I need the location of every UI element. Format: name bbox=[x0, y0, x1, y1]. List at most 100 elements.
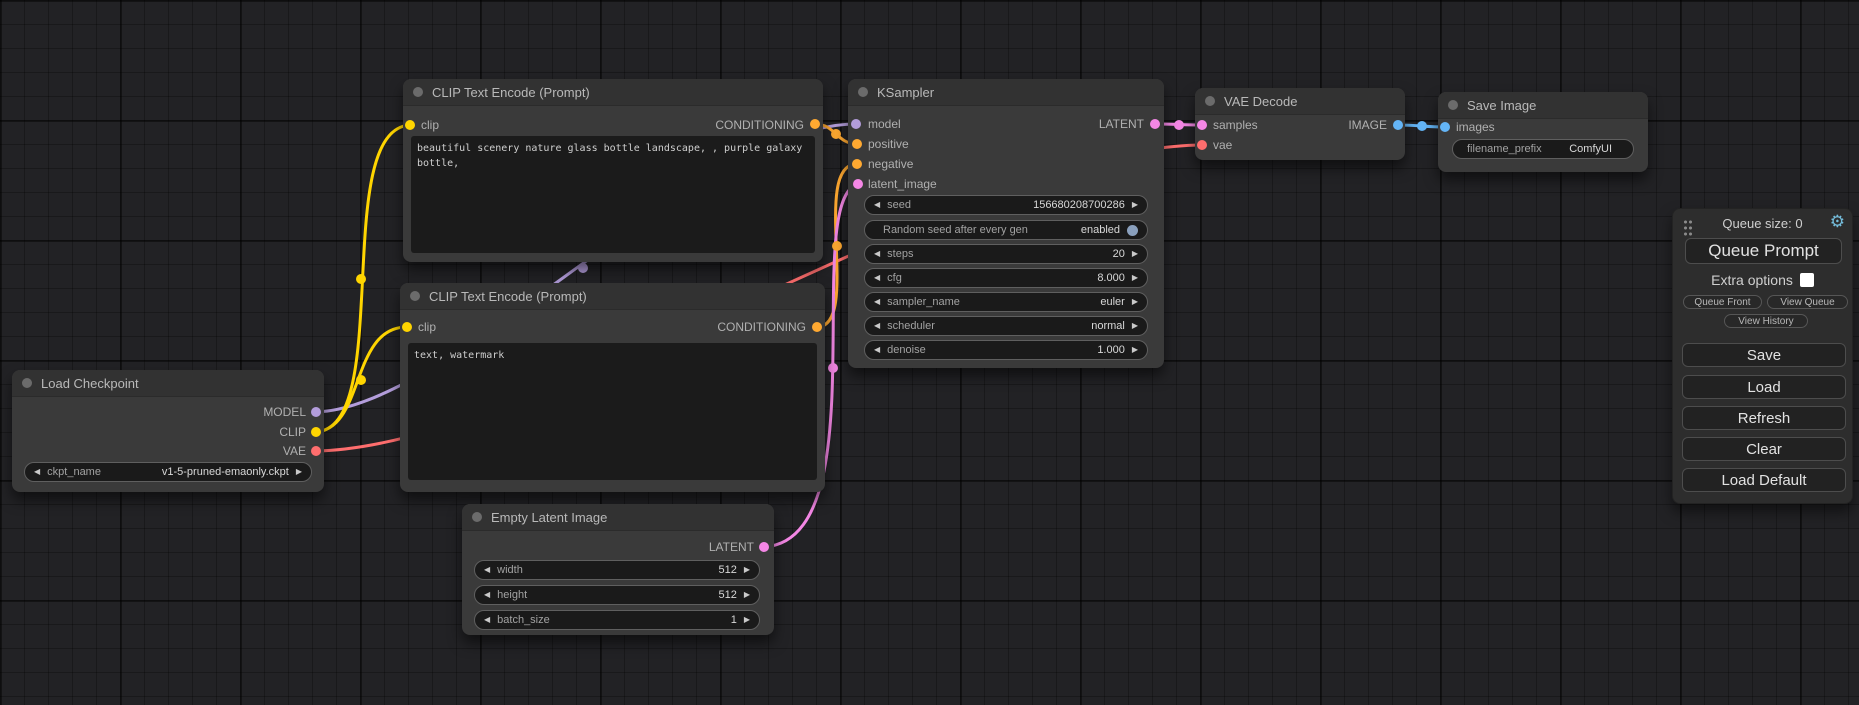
increment-arrow-icon[interactable] bbox=[296, 468, 302, 476]
node-title: Save Image bbox=[1467, 98, 1536, 113]
queue-front-button[interactable]: Queue Front bbox=[1683, 295, 1762, 309]
collapse-dot[interactable] bbox=[410, 291, 420, 301]
collapse-dot[interactable] bbox=[1205, 96, 1215, 106]
node-empty-latent-image[interactable]: Empty Latent Image LATENT width 512 heig… bbox=[462, 504, 774, 635]
input-slot-vae[interactable] bbox=[1197, 140, 1207, 150]
increment-arrow-icon[interactable] bbox=[1132, 201, 1138, 209]
output-slot-clip[interactable] bbox=[311, 427, 321, 437]
view-queue-button[interactable]: View Queue bbox=[1767, 295, 1848, 309]
decrement-arrow-icon[interactable] bbox=[484, 566, 490, 574]
decrement-arrow-icon[interactable] bbox=[874, 201, 880, 209]
input-label-positive: positive bbox=[868, 137, 909, 151]
collapse-dot[interactable] bbox=[1448, 100, 1458, 110]
queue-prompt-button[interactable]: Queue Prompt bbox=[1685, 238, 1842, 264]
node-title-bar[interactable]: Save Image bbox=[1438, 92, 1648, 119]
decrement-arrow-icon[interactable] bbox=[484, 616, 490, 624]
input-slot-latent-image[interactable] bbox=[853, 179, 863, 189]
widget-sampler-name[interactable]: sampler_name euler bbox=[864, 292, 1148, 312]
widget-steps[interactable]: steps 20 bbox=[864, 244, 1148, 264]
decrement-arrow-icon[interactable] bbox=[34, 468, 40, 476]
view-history-button[interactable]: View History bbox=[1724, 314, 1808, 328]
widget-batch-size[interactable]: batch_size 1 bbox=[474, 610, 760, 630]
settings-gear-icon[interactable]: ⚙ bbox=[1830, 212, 1845, 232]
clear-button[interactable]: Clear bbox=[1682, 437, 1846, 461]
decrement-arrow-icon[interactable] bbox=[874, 250, 880, 258]
output-slot-vae[interactable] bbox=[311, 446, 321, 456]
collapse-dot[interactable] bbox=[22, 378, 32, 388]
input-label-clip: clip bbox=[418, 320, 436, 334]
widget-value: v1-5-pruned-emaonly.ckpt bbox=[162, 466, 289, 478]
output-label-latent: LATENT bbox=[709, 540, 754, 554]
widget-height[interactable]: height 512 bbox=[474, 585, 760, 605]
node-title-bar[interactable]: CLIP Text Encode (Prompt) bbox=[400, 283, 825, 310]
node-clip-text-encode-negative[interactable]: CLIP Text Encode (Prompt) clip CONDITION… bbox=[400, 283, 825, 492]
link-dot bbox=[356, 375, 366, 385]
link-clip-negative bbox=[315, 327, 407, 432]
output-slot-latent[interactable] bbox=[1150, 119, 1160, 129]
increment-arrow-icon[interactable] bbox=[744, 591, 750, 599]
collapse-dot[interactable] bbox=[858, 87, 868, 97]
widget-random-seed[interactable]: Random seed after every gen enabled bbox=[864, 220, 1148, 240]
increment-arrow-icon[interactable] bbox=[1132, 298, 1138, 306]
input-slot-clip[interactable] bbox=[402, 322, 412, 332]
widget-width[interactable]: width 512 bbox=[474, 560, 760, 580]
widget-filename-prefix[interactable]: filename_prefix ComfyUI bbox=[1452, 139, 1634, 159]
input-slot-images[interactable] bbox=[1440, 122, 1450, 132]
widget-value: 512 bbox=[718, 589, 736, 601]
toggle-indicator-icon[interactable] bbox=[1127, 225, 1138, 236]
decrement-arrow-icon[interactable] bbox=[874, 298, 880, 306]
widget-seed[interactable]: seed 156680208700286 bbox=[864, 195, 1148, 215]
decrement-arrow-icon[interactable] bbox=[484, 591, 490, 599]
comfyui-canvas[interactable]: { "slot_colors": { "model": "#B39DDB", "… bbox=[0, 0, 1859, 705]
increment-arrow-icon[interactable] bbox=[1132, 274, 1138, 282]
queue-panel[interactable]: Queue size: 0 ⚙ Queue Prompt Extra optio… bbox=[1672, 208, 1853, 504]
widget-scheduler[interactable]: scheduler normal bbox=[864, 316, 1148, 336]
node-save-image[interactable]: Save Image images filename_prefix ComfyU… bbox=[1438, 92, 1648, 172]
output-slot-image[interactable] bbox=[1393, 120, 1403, 130]
widget-denoise[interactable]: denoise 1.000 bbox=[864, 340, 1148, 360]
extra-options-checkbox[interactable] bbox=[1800, 273, 1814, 287]
output-slot-latent[interactable] bbox=[759, 542, 769, 552]
load-button[interactable]: Load bbox=[1682, 375, 1846, 399]
node-title-bar[interactable]: Load Checkpoint bbox=[12, 370, 324, 397]
collapse-dot[interactable] bbox=[413, 87, 423, 97]
node-title-bar[interactable]: Empty Latent Image bbox=[462, 504, 774, 531]
increment-arrow-icon[interactable] bbox=[744, 616, 750, 624]
collapse-dot[interactable] bbox=[472, 512, 482, 522]
node-clip-text-encode-positive[interactable]: CLIP Text Encode (Prompt) clip CONDITION… bbox=[403, 79, 823, 262]
increment-arrow-icon[interactable] bbox=[744, 566, 750, 574]
decrement-arrow-icon[interactable] bbox=[874, 346, 880, 354]
node-vae-decode[interactable]: VAE Decode samples vae IMAGE bbox=[1195, 88, 1405, 160]
output-label-conditioning: CONDITIONING bbox=[717, 320, 806, 334]
input-label-negative: negative bbox=[868, 157, 913, 171]
increment-arrow-icon[interactable] bbox=[1132, 322, 1138, 330]
prompt-textarea[interactable]: beautiful scenery nature glass bottle la… bbox=[411, 136, 815, 253]
increment-arrow-icon[interactable] bbox=[1132, 250, 1138, 258]
extra-options-label: Extra options bbox=[1711, 272, 1793, 288]
widget-cfg[interactable]: cfg 8.000 bbox=[864, 268, 1148, 288]
link-clip-positive bbox=[315, 125, 410, 432]
output-slot-conditioning[interactable] bbox=[810, 119, 820, 129]
output-slot-model[interactable] bbox=[311, 407, 321, 417]
widget-ckpt-name[interactable]: ckpt_name v1-5-pruned-emaonly.ckpt bbox=[24, 462, 312, 482]
output-slot-conditioning[interactable] bbox=[812, 322, 822, 332]
node-title-bar[interactable]: CLIP Text Encode (Prompt) bbox=[403, 79, 823, 106]
increment-arrow-icon[interactable] bbox=[1132, 346, 1138, 354]
node-title-bar[interactable]: KSampler bbox=[848, 79, 1164, 106]
input-slot-samples[interactable] bbox=[1197, 120, 1207, 130]
decrement-arrow-icon[interactable] bbox=[874, 274, 880, 282]
decrement-arrow-icon[interactable] bbox=[874, 322, 880, 330]
save-button[interactable]: Save bbox=[1682, 343, 1846, 367]
node-ksampler[interactable]: KSampler model positive negative latent_… bbox=[848, 79, 1164, 368]
link-dot bbox=[828, 363, 838, 373]
refresh-button[interactable]: Refresh bbox=[1682, 406, 1846, 430]
input-slot-positive[interactable] bbox=[852, 139, 862, 149]
node-title: KSampler bbox=[877, 85, 934, 100]
node-title-bar[interactable]: VAE Decode bbox=[1195, 88, 1405, 115]
input-slot-clip[interactable] bbox=[405, 120, 415, 130]
node-load-checkpoint[interactable]: Load Checkpoint MODEL CLIP VAE ckpt_name… bbox=[12, 370, 324, 492]
input-slot-negative[interactable] bbox=[852, 159, 862, 169]
input-slot-model[interactable] bbox=[851, 119, 861, 129]
load-default-button[interactable]: Load Default bbox=[1682, 468, 1846, 492]
prompt-textarea[interactable]: text, watermark bbox=[408, 343, 817, 480]
